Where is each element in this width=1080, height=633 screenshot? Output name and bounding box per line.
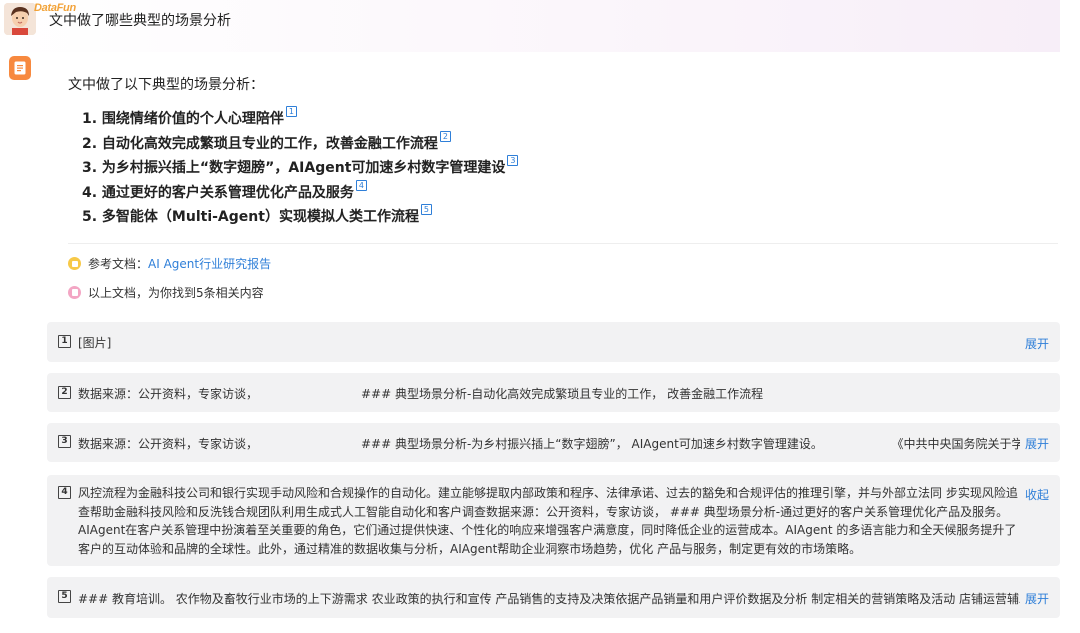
list-item-label: 4. 通过更好的客户关系管理优化产品及服务 bbox=[82, 184, 354, 201]
answer-card: 文中做了以下典型的场景分析： 1. 围绕情绪价值的个人心理陪伴 1 2. 自动化高… bbox=[48, 52, 1060, 308]
source-number: 5 bbox=[58, 590, 71, 603]
reference-row: 参考文档： AI Agent行业研究报告 bbox=[68, 255, 271, 272]
question-bar: DataFun 文中做了哪些典型的场景分析 bbox=[0, 0, 1060, 52]
source-text: 风控流程为金融科技公司和银行实现手动风险和合规操作的自动化。建立能够提取内部政策… bbox=[78, 486, 1018, 556]
reference-doc-icon bbox=[68, 257, 81, 270]
source-text: 数据来源：公开资料，专家访谈， ### 典型场景分析-为乡村振兴插上“数字翅膀”… bbox=[78, 437, 1020, 451]
source-card: 5 ### 教育培训。 农作物及畜牧行业市场的上下游需求 农业政策的执行和宣传 … bbox=[47, 577, 1060, 618]
list-item: 2. 自动化高效完成繁琐且专业的工作，改善金融工作流程 2 bbox=[82, 130, 518, 156]
source-number: 3 bbox=[58, 435, 71, 448]
found-text: 以上文档，为你找到5条相关内容 bbox=[88, 286, 264, 300]
list-item: 4. 通过更好的客户关系管理优化产品及服务 4 bbox=[82, 179, 518, 205]
reference-label: 参考文档： bbox=[88, 257, 149, 271]
list-item-label: 5. 多智能体（Multi-Agent）实现模拟人类工作流程 bbox=[82, 209, 419, 225]
citation-badge[interactable]: 4 bbox=[355, 179, 367, 191]
expand-button[interactable]: 展开 bbox=[1025, 590, 1049, 607]
citation-badge[interactable]: 3 bbox=[507, 155, 519, 166]
list-item-label: 2. 自动化高效完成繁琐且专业的工作，改善金融工作流程 bbox=[82, 135, 438, 152]
source-text: [图片] bbox=[78, 336, 112, 350]
list-item: 1. 围绕情绪价值的个人心理陪伴 1 bbox=[82, 106, 518, 131]
source-number: 1 bbox=[58, 335, 71, 348]
list-item-label: 1. 围绕情绪价值的个人心理陪伴 bbox=[82, 111, 284, 127]
expand-button[interactable]: 展开 bbox=[1025, 435, 1049, 452]
found-doc-icon bbox=[68, 286, 81, 299]
source-card: 3 数据来源：公开资料，专家访谈， ### 典型场景分析-为乡村振兴插上“数字翅… bbox=[47, 423, 1060, 462]
reference-link[interactable]: AI Agent行业研究报告 bbox=[148, 255, 271, 272]
list-item: 5. 多智能体（Multi-Agent）实现模拟人类工作流程 5 bbox=[82, 204, 518, 229]
source-card-expanded: 4 风控流程为金融科技公司和银行实现手动风险和合规操作的自动化。建立能够提取内部… bbox=[47, 475, 1060, 566]
question-text: 文中做了哪些典型的场景分析 bbox=[49, 13, 231, 29]
source-number: 4 bbox=[58, 486, 71, 499]
source-text: ### 教育培训。 农作物及畜牧行业市场的上下游需求 农业政策的执行和宣传 产品… bbox=[78, 592, 1020, 606]
document-icon bbox=[9, 56, 31, 80]
list-item-label: 3. 为乡村振兴插上“数字翅膀”，AIAgent可加速乡村数字管理建设 bbox=[82, 160, 506, 176]
source-card: 2 数据来源：公开资料，专家访谈， ### 典型场景分析-自动化高效完成繁琐且专… bbox=[47, 373, 1060, 412]
source-card: 1 [图片] 展开 bbox=[47, 322, 1060, 362]
scenario-list: 1. 围绕情绪价值的个人心理陪伴 1 2. 自动化高效完成繁琐且专业的工作，改善金… bbox=[82, 106, 519, 229]
citation-badge[interactable]: 2 bbox=[439, 130, 451, 142]
source-number: 2 bbox=[58, 386, 71, 399]
expand-button[interactable]: 展开 bbox=[1025, 335, 1049, 352]
source-text: 数据来源：公开资料，专家访谈， ### 典型场景分析-自动化高效完成繁琐且专业的… bbox=[78, 387, 764, 401]
list-item: 3. 为乡村振兴插上“数字翅膀”，AIAgent可加速乡村数字管理建设 3 bbox=[82, 155, 519, 180]
citation-badge[interactable]: 5 bbox=[420, 204, 432, 215]
found-row: 以上文档，为你找到5条相关内容 bbox=[68, 284, 264, 301]
citation-badge[interactable]: 1 bbox=[285, 106, 297, 117]
user-avatar bbox=[4, 3, 36, 35]
collapse-button[interactable]: 收起 bbox=[1025, 486, 1049, 503]
divider bbox=[68, 243, 1058, 244]
answer-intro: 文中做了以下典型的场景分析： bbox=[68, 77, 264, 93]
